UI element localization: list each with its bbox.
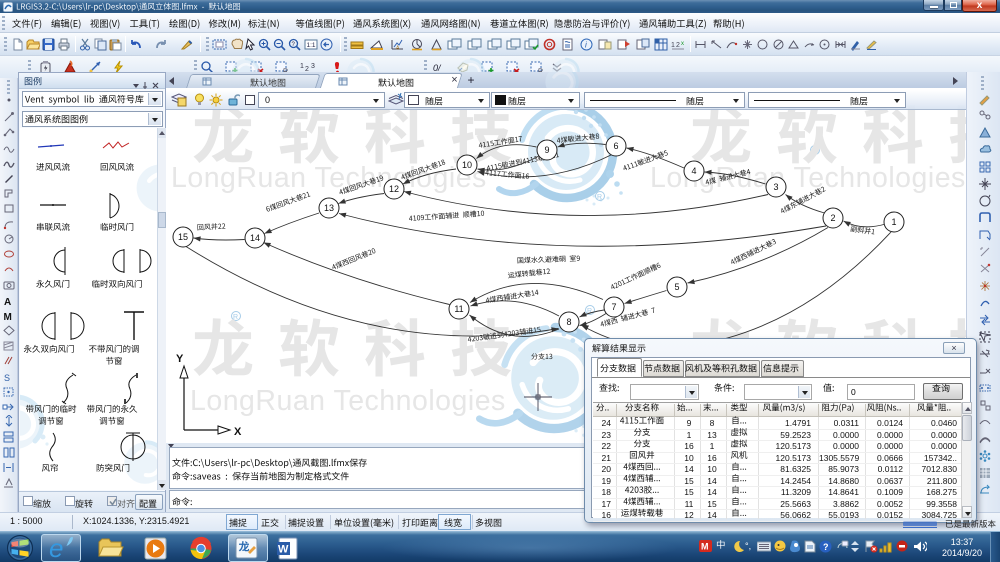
svg-text:Y: Y bbox=[176, 353, 184, 365]
svg-text:1: 1 bbox=[891, 217, 896, 227]
svg-text:W: W bbox=[278, 544, 289, 556]
svg-text:S: S bbox=[4, 373, 10, 383]
svg-text:R: R bbox=[597, 194, 602, 201]
svg-text:LongRuan Technologies: LongRuan Technologies bbox=[190, 385, 506, 417]
svg-text:13: 13 bbox=[324, 203, 334, 213]
svg-text:5: 5 bbox=[674, 282, 679, 292]
svg-text:A: A bbox=[396, 46, 400, 52]
svg-text:X: X bbox=[234, 426, 242, 438]
svg-text:6: 6 bbox=[613, 141, 618, 151]
svg-text:11: 11 bbox=[454, 304, 463, 314]
svg-text:M: M bbox=[4, 312, 12, 322]
svg-text:M: M bbox=[701, 542, 709, 552]
svg-text:9: 9 bbox=[544, 145, 549, 155]
svg-text:1: 1 bbox=[671, 42, 675, 49]
svg-text:3: 3 bbox=[773, 182, 778, 192]
svg-text:LongRuan Technologies: LongRuan Technologies bbox=[171, 162, 487, 194]
svg-text:1:1: 1:1 bbox=[307, 42, 316, 49]
svg-text:10: 10 bbox=[462, 160, 472, 170]
svg-text:14: 14 bbox=[250, 233, 260, 243]
svg-text:i: i bbox=[585, 41, 587, 50]
svg-text:7: 7 bbox=[611, 302, 616, 312]
svg-text:15: 15 bbox=[178, 232, 188, 242]
svg-text:2: 2 bbox=[676, 42, 680, 49]
svg-text:3: 3 bbox=[311, 63, 315, 70]
svg-text:x: x bbox=[681, 41, 684, 47]
svg-text:A: A bbox=[4, 297, 11, 307]
svg-text:2: 2 bbox=[830, 213, 835, 223]
svg-text:1: 1 bbox=[300, 63, 304, 70]
svg-text:?: ? bbox=[823, 542, 829, 552]
svg-text:e: e bbox=[49, 535, 63, 561]
svg-text:°,: °, bbox=[745, 541, 751, 551]
svg-text:4: 4 bbox=[691, 166, 696, 176]
svg-text:8: 8 bbox=[566, 317, 571, 327]
svg-text:12: 12 bbox=[389, 184, 399, 194]
